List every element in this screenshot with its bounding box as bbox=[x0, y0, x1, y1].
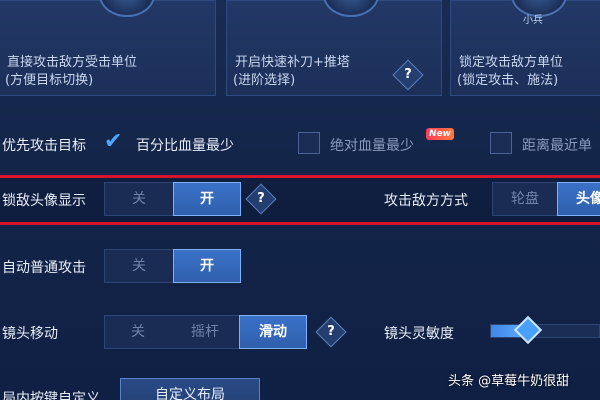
auto-attack-off[interactable]: 关 bbox=[105, 250, 173, 282]
lock-avatar-label: 锁敌头像显示 bbox=[2, 193, 86, 209]
attack-mode-card-lasthit[interactable]: 开启快速补刀+推塔 (进阶选择) ? bbox=[226, 0, 442, 96]
custom-layout-label: 局内按键自定义 bbox=[2, 391, 100, 400]
attack-mode-title: 锁定攻击敌方单位 bbox=[459, 55, 564, 70]
checkmark-icon[interactable]: ✔ bbox=[104, 131, 122, 153]
lock-avatar-on[interactable]: 开 bbox=[173, 182, 241, 216]
auto-attack-label: 自动普通攻击 bbox=[2, 260, 86, 276]
lock-avatar-off[interactable]: 关 bbox=[105, 183, 173, 215]
camera-move-joystick[interactable]: 摇杆 bbox=[171, 316, 239, 348]
camera-move-swipe[interactable]: 滑动 bbox=[239, 315, 307, 349]
priority-checkbox-lowest-absolute[interactable] bbox=[298, 132, 320, 154]
priority-target-label: 优先攻击目标 bbox=[2, 138, 86, 154]
priority-option-nearest[interactable]: 距离最近单 bbox=[522, 135, 592, 155]
attack-mode-subtitle: (进阶选择) bbox=[233, 73, 296, 88]
auto-attack-toggle[interactable]: 关 开 bbox=[104, 249, 241, 283]
camera-sensitivity-label: 镜头灵敏度 bbox=[384, 326, 454, 342]
attack-mode-card-lock[interactable]: 小兵 锁定攻击敌方单位 (锁定攻击、施法) bbox=[450, 0, 600, 96]
attack-method-label: 攻击敌方方式 bbox=[384, 193, 468, 209]
lock-avatar-toggle[interactable]: 关 开 bbox=[104, 182, 241, 216]
priority-option-lowest-absolute[interactable]: 绝对血量最少 bbox=[330, 135, 414, 155]
camera-sensitivity-handle[interactable] bbox=[513, 315, 543, 345]
auto-attack-on[interactable]: 开 bbox=[173, 249, 241, 283]
attack-method-toggle[interactable]: 轮盘 头像 bbox=[492, 182, 600, 216]
hero-thumbnail bbox=[99, 0, 155, 17]
custom-layout-button[interactable]: 自定义布局 bbox=[120, 378, 260, 400]
attack-mode-title: 直接攻击敌方受击单位 bbox=[7, 55, 138, 70]
attack-mode-title: 开启快速补刀+推塔 bbox=[235, 55, 350, 70]
attack-method-avatar[interactable]: 头像 bbox=[557, 182, 600, 216]
help-icon[interactable]: ? bbox=[315, 316, 347, 348]
watermark-text: 头条 @草莓牛奶很甜 bbox=[448, 374, 570, 389]
attack-mode-subtitle: (方便目标切换) bbox=[5, 73, 94, 88]
priority-checkbox-nearest[interactable] bbox=[490, 132, 512, 154]
attack-method-wheel[interactable]: 轮盘 bbox=[493, 183, 557, 215]
minion-tag: 小兵 bbox=[523, 15, 543, 26]
camera-move-label: 镜头移动 bbox=[2, 326, 58, 342]
new-badge: New bbox=[426, 128, 454, 140]
attack-mode-subtitle: (锁定攻击、施法) bbox=[457, 73, 559, 88]
priority-option-lowest-percent[interactable]: 百分比血量最少 bbox=[136, 135, 234, 155]
help-icon[interactable]: ? bbox=[392, 59, 424, 91]
camera-move-toggle[interactable]: 关 摇杆 滑动 bbox=[104, 315, 307, 349]
hero-thumbnail bbox=[323, 0, 379, 17]
camera-move-off[interactable]: 关 bbox=[105, 316, 171, 348]
attack-mode-card-direct[interactable]: 直接攻击敌方受击单位 (方便目标切换) bbox=[0, 0, 216, 96]
